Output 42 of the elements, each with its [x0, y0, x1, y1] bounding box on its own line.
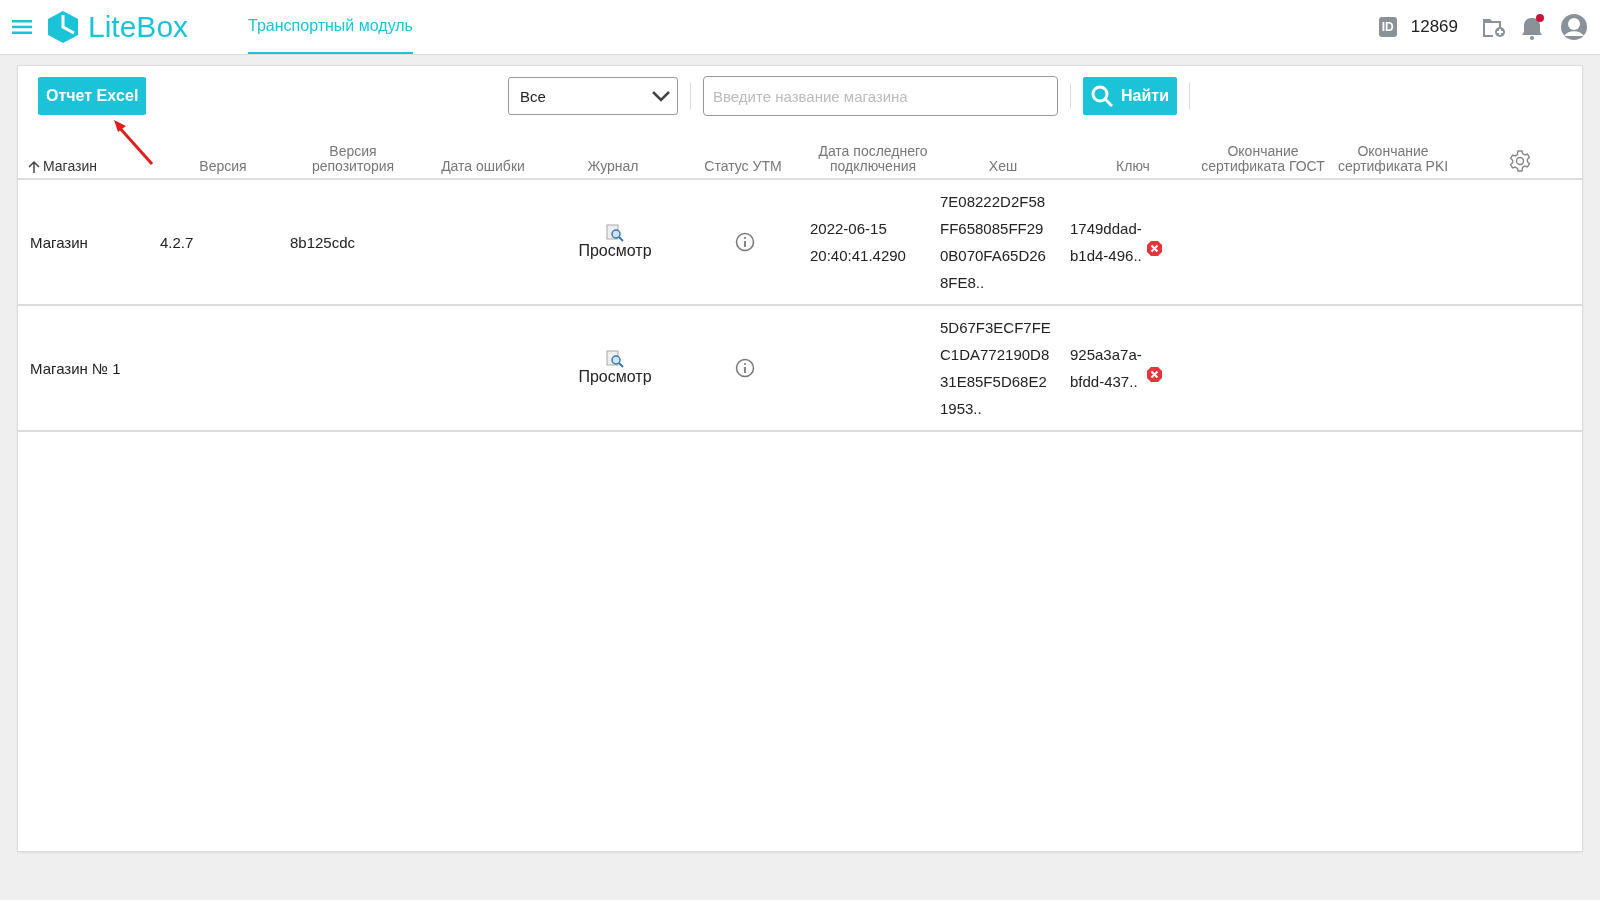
- column-header[interactable]: Хеш: [988, 159, 1018, 174]
- chevron-down-icon: [651, 90, 672, 102]
- user-avatar-icon[interactable]: [1560, 13, 1588, 41]
- filter-dropdown[interactable]: Все: [508, 77, 679, 115]
- column-header[interactable]: Журнал: [587, 159, 639, 174]
- logo-text: LiteBox: [88, 10, 189, 44]
- key-text: 1749ddad- b1d4-496..: [1070, 219, 1142, 266]
- store-name: Магазин: [30, 232, 89, 253]
- repo-version-text: 8b125cdc: [290, 232, 357, 253]
- document-magnifier-icon[interactable]: [606, 350, 624, 368]
- search-icon: [1091, 85, 1114, 107]
- key-text: 925a3a7a- bfdd-437..: [1070, 345, 1142, 392]
- bell-icon[interactable]: [1520, 14, 1546, 40]
- column-header[interactable]: Магазин: [43, 159, 97, 174]
- column-header[interactable]: Версия репозитория: [288, 144, 418, 174]
- column-header[interactable]: Ключ: [1116, 159, 1150, 174]
- settings-icon[interactable]: [1508, 149, 1532, 173]
- view-link[interactable]: Просмотр: [578, 242, 652, 260]
- version-text: 4.2.7: [160, 232, 195, 253]
- id-badge: ID: [1378, 17, 1397, 37]
- column-header[interactable]: Версия: [199, 159, 247, 174]
- hash-text: 7E08222D2F58 FF658085FF29 0B070FA65D26 8FE8..: [940, 192, 1047, 293]
- column-header[interactable]: Статус УТМ: [704, 159, 782, 174]
- folder-add-icon[interactable]: [1482, 16, 1506, 38]
- store-search-field[interactable]: Введите название магазина: [703, 76, 1059, 116]
- cube-logo-icon: [46, 10, 80, 44]
- column-header[interactable]: Дата ошибки: [441, 159, 525, 174]
- document-magnifier-icon[interactable]: [606, 224, 624, 242]
- info-icon[interactable]: [735, 232, 755, 252]
- connection-date: 2022-06-15 20:40:41.4290: [810, 219, 907, 266]
- store-name: Магазин № 1: [30, 358, 122, 379]
- info-icon[interactable]: [735, 358, 755, 378]
- error-icon[interactable]: [1145, 239, 1163, 257]
- hash-text: 5D67F3ECF7FE C1DA772190D8 31E85F5D68E2 1953..: [940, 318, 1052, 419]
- column-header[interactable]: Дата последнего подключения: [808, 144, 938, 174]
- column-header[interactable]: Окончание сертификата PKI: [1328, 144, 1458, 174]
- column-header[interactable]: Окончание сертификата ГОСТ: [1198, 144, 1328, 174]
- view-link[interactable]: Просмотр: [578, 368, 652, 386]
- id-number: 12869: [1410, 17, 1458, 37]
- annotation-arrow: [112, 118, 156, 166]
- error-icon[interactable]: [1145, 365, 1163, 383]
- sort-up-arrow-icon[interactable]: [28, 160, 40, 174]
